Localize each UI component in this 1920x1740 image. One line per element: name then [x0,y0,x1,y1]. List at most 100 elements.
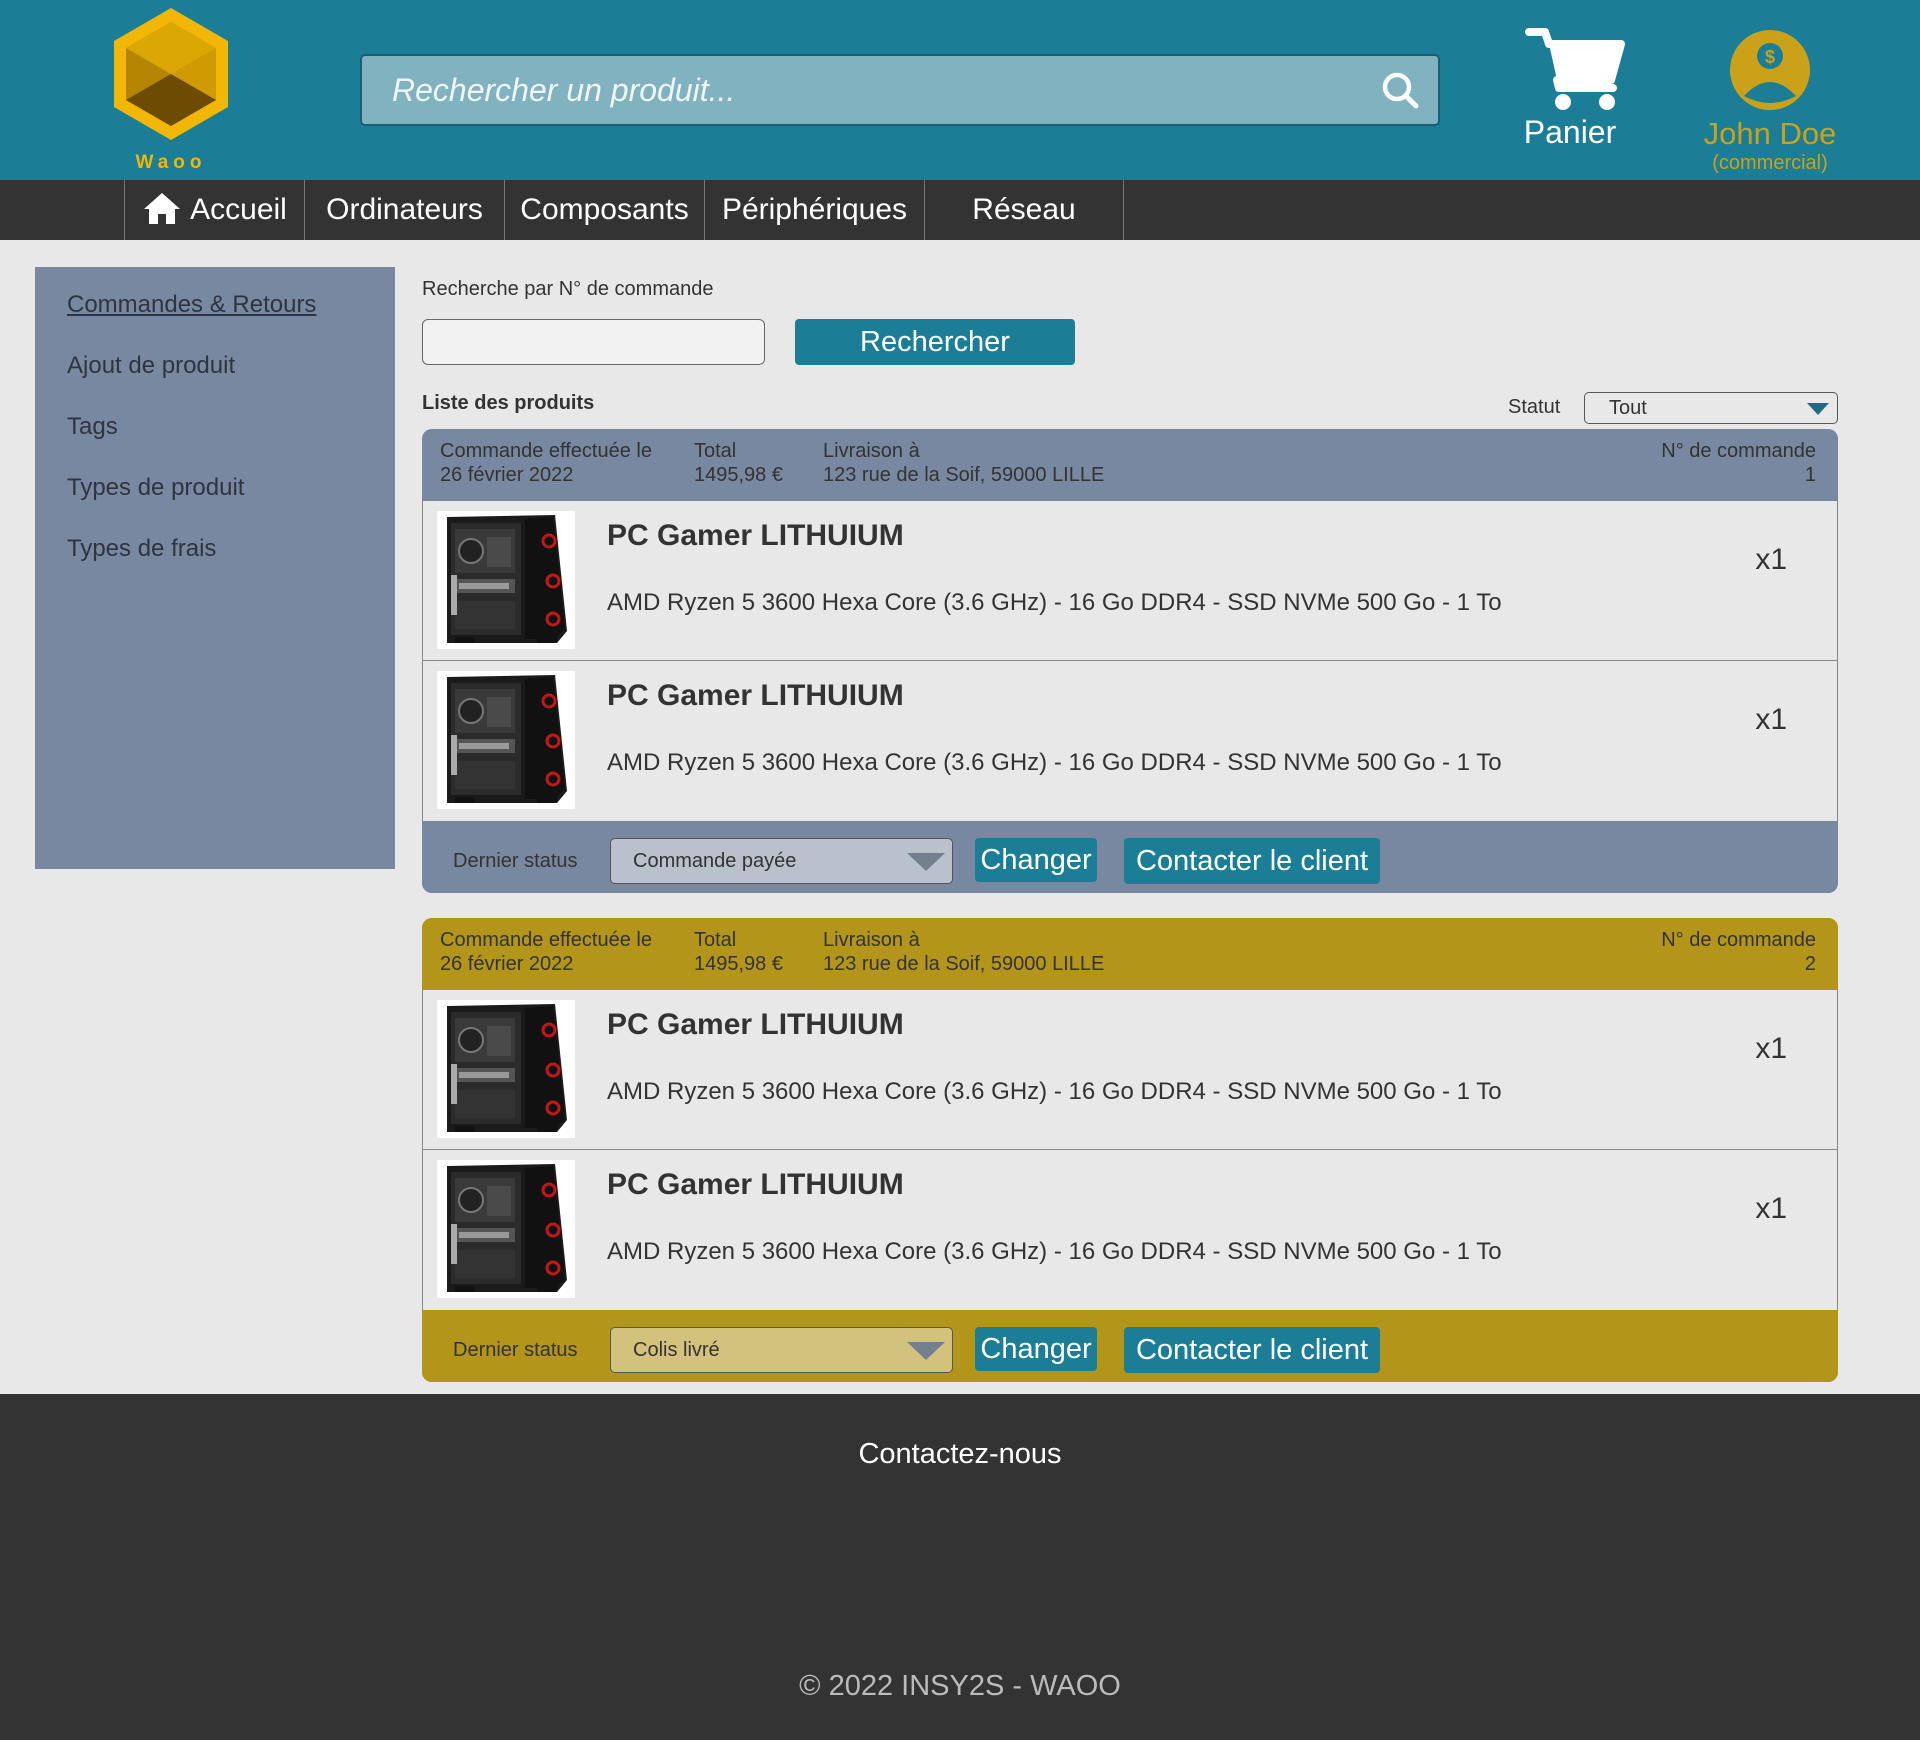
order-date: Commande effectuée le 26 février 2022 [440,439,652,487]
order-total-label: Total [694,929,737,951]
user-name: John Doe [1703,116,1837,151]
nav-label-accueil: Accueil [190,193,287,226]
user-avatar-icon: $ [1730,30,1810,110]
order-date-value: 26 février 2022 [440,464,574,486]
order-date-label: Commande effectuée le [440,929,652,951]
sidebar-item-types-produit[interactable]: Types de produit [67,474,244,502]
order-delivery-value: 123 rue de la Soif, 59000 LILLE [823,953,1105,975]
search-order-button[interactable]: Rechercher [795,319,1075,365]
nav-item-reseau[interactable]: Réseau [924,180,1124,240]
contact-us-link[interactable]: Contactez-nous [0,1438,1920,1471]
order-total-label: Total [694,440,737,462]
order-item[interactable]: PC Gamer LITHUIUM AMD Ryzen 5 3600 Hexa … [423,661,1837,821]
search-placeholder: Rechercher un produit... [392,72,736,108]
product-name: PC Gamer LITHUIUM [607,1168,904,1201]
logo-text: Waoo [135,152,207,173]
order-total: Total 1495,98 € [694,928,783,976]
order-delivery: Livraison à 123 rue de la Soif, 59000 LIL… [823,439,1104,487]
status-selected-value: Commande payée [633,850,797,872]
status-select[interactable]: Commande payée [610,838,953,884]
order-number: N° de commande 2 [1661,928,1816,976]
product-list-title: Liste des produits [422,392,595,414]
product-image [437,1000,575,1138]
order-date-value: 26 février 2022 [440,953,574,975]
order-delivery-label: Livraison à [823,440,920,462]
order-items: PC Gamer LITHUIUM AMD Ryzen 5 3600 Hexa … [422,990,1838,1310]
admin-sidebar: Commandes & Retours Ajout de produit Tag… [35,267,395,869]
order-header: Commande effectuée le 26 février 2022 Tot… [422,429,1838,501]
contact-client-button[interactable]: Contacter le client [1124,1327,1380,1373]
order-card: Commande effectuée le 26 février 2022 Tot… [422,918,1838,1382]
order-number-input[interactable] [422,319,765,365]
pc-tower-icon [437,1160,575,1298]
last-status-label: Dernier status [453,1339,578,1361]
sidebar-item-types-frais[interactable]: Types de frais [67,535,216,563]
order-card: Commande effectuée le 26 février 2022 Tot… [422,429,1838,893]
contact-client-button[interactable]: Contacter le client [1124,838,1380,884]
product-description: AMD Ryzen 5 3600 Hexa Core (3.6 GHz) - 1… [607,589,1502,616]
order-footer: Dernier status Colis livré Changer Conta… [422,1310,1838,1382]
last-status-label: Dernier status [453,850,578,872]
order-item[interactable]: PC Gamer LITHUIUM AMD Ryzen 5 3600 Hexa … [423,990,1837,1150]
order-total-value: 1495,98 € [694,953,783,975]
home-icon [144,193,181,225]
change-status-button[interactable]: Changer [975,838,1097,882]
order-item[interactable]: PC Gamer LITHUIUM AMD Ryzen 5 3600 Hexa … [423,1150,1837,1310]
user-role: (commercial) [1712,152,1828,174]
order-number-label: N° de commande [1661,929,1816,951]
chevron-down-icon [1807,403,1829,415]
order-date-label: Commande effectuée le [440,440,652,462]
order-search-label: Recherche par N° de commande [422,278,714,300]
order-number-value: 2 [1804,953,1816,975]
sidebar-item-tags[interactable]: Tags [67,413,118,441]
cart-icon [1525,28,1625,110]
product-image [437,671,575,809]
product-quantity: x1 [1755,543,1787,576]
main-nav: Accueil Ordinateurs Composants Périphéri… [0,180,1920,240]
product-quantity: x1 [1755,703,1787,736]
statut-selected-value: Tout [1609,397,1647,419]
order-number-value: 1 [1804,464,1816,486]
pc-tower-icon [437,671,575,809]
sidebar-item-ajout-produit[interactable]: Ajout de produit [67,352,235,380]
product-description: AMD Ryzen 5 3600 Hexa Core (3.6 GHz) - 1… [607,749,1502,776]
chevron-down-icon [907,1342,945,1360]
order-total: Total 1495,98 € [694,439,783,487]
product-name: PC Gamer LITHUIUM [607,519,904,552]
statut-label: Statut [1508,396,1561,418]
hexagon-logo-icon [114,8,228,140]
search-icon[interactable] [1380,70,1420,110]
order-item[interactable]: PC Gamer LITHUIUM AMD Ryzen 5 3600 Hexa … [423,501,1837,661]
nav-item-peripheriques[interactable]: Périphériques [704,180,924,240]
nav-item-accueil[interactable]: Accueil [124,180,304,240]
order-delivery-value: 123 rue de la Soif, 59000 LILLE [823,464,1105,486]
svg-text:$: $ [1765,47,1775,67]
order-number: N° de commande 1 [1661,439,1816,487]
product-image [437,511,575,649]
order-delivery-label: Livraison à [823,929,920,951]
copyright: © 2022 INSY2S - WAOO [799,1670,1121,1702]
chevron-down-icon [907,853,945,871]
order-number-label: N° de commande [1661,440,1816,462]
change-status-button[interactable]: Changer [975,1327,1097,1371]
cart-button[interactable]: Panier [1510,26,1630,156]
order-items: PC Gamer LITHUIUM AMD Ryzen 5 3600 Hexa … [422,501,1838,821]
order-date: Commande effectuée le 26 février 2022 [440,928,652,976]
waoo-logo[interactable]: Waoo [106,4,236,174]
cart-label: Panier [1523,114,1617,150]
order-footer: Dernier status Commande payée Changer Co… [422,821,1838,893]
product-quantity: x1 [1755,1032,1787,1065]
header: Waoo Rechercher un produit... Panier $ J… [0,0,1920,180]
order-header: Commande effectuée le 26 février 2022 Tot… [422,918,1838,990]
nav-item-ordinateurs[interactable]: Ordinateurs [304,180,504,240]
statut-filter-select[interactable]: Tout [1584,392,1838,424]
user-account[interactable]: $ John Doe (commercial) [1690,28,1850,178]
status-select[interactable]: Colis livré [610,1327,953,1373]
product-image [437,1160,575,1298]
product-name: PC Gamer LITHUIUM [607,1008,904,1041]
footer: Contactez-nous © 2022 INSY2S - WAOO [0,1394,1920,1740]
pc-tower-icon [437,1000,575,1138]
product-search-input[interactable]: Rechercher un produit... [360,54,1440,126]
sidebar-item-commandes-retours[interactable]: Commandes & Retours [67,291,316,319]
nav-item-composants[interactable]: Composants [504,180,704,240]
